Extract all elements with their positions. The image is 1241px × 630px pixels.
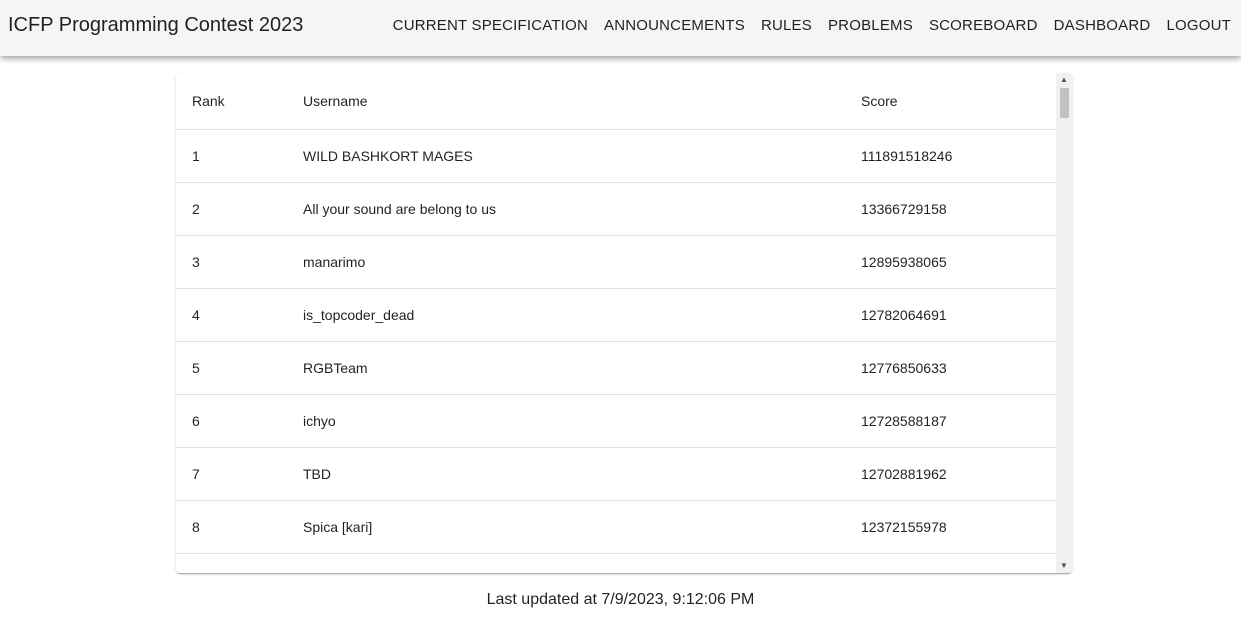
rank-cell: 1 — [176, 129, 287, 183]
rank-cell: 5 — [176, 341, 287, 395]
scroll-down-arrow-icon[interactable]: ▼ — [1056, 559, 1072, 573]
table-header: Rank Username Score — [176, 73, 1056, 130]
username-cell — [287, 553, 845, 573]
nav-dashboard[interactable]: DASHBOARD — [1046, 17, 1159, 34]
username-cell: is_topcoder_dead — [287, 288, 845, 342]
nav-problems[interactable]: PROBLEMS — [820, 17, 921, 34]
nav-logout[interactable]: LOGOUT — [1158, 17, 1239, 34]
username-cell: manarimo — [287, 235, 845, 289]
table-row: 2 All your sound are belong to us 133667… — [176, 182, 1056, 236]
nav-rules[interactable]: RULES — [753, 17, 820, 34]
username-cell: ichyo — [287, 394, 845, 448]
column-header-username: Username — [287, 73, 845, 130]
column-header-rank: Rank — [176, 73, 287, 130]
nav-scoreboard[interactable]: SCOREBOARD — [921, 17, 1046, 34]
score-cell: 13366729158 — [845, 182, 1056, 236]
username-cell: WILD BASHKORT MAGES — [287, 129, 845, 183]
scoreboard-table-viewport: Rank Username Score 1 WILD BASHKORT MAGE… — [176, 73, 1056, 573]
score-cell: 12776850633 — [845, 341, 1056, 395]
rank-cell: 7 — [176, 447, 287, 501]
score-cell — [845, 553, 1056, 573]
nav-current-specification[interactable]: CURRENT SPECIFICATION — [385, 17, 596, 34]
score-cell: 12895938065 — [845, 235, 1056, 289]
score-cell: 12372155978 — [845, 500, 1056, 554]
table-row: 5 RGBTeam 12776850633 — [176, 341, 1056, 395]
table-row: 6 ichyo 12728588187 — [176, 394, 1056, 448]
table-row: 7 TBD 12702881962 — [176, 447, 1056, 501]
table-row: 1 WILD BASHKORT MAGES 111891518246 — [176, 129, 1056, 183]
main-nav: CURRENT SPECIFICATION ANNOUNCEMENTS RULE… — [385, 0, 1239, 50]
score-cell: 12702881962 — [845, 447, 1056, 501]
table-row: 8 Spica [kari] 12372155978 — [176, 500, 1056, 554]
scrollbar-thumb[interactable] — [1060, 88, 1069, 118]
rank-cell — [176, 553, 287, 573]
username-cell: RGBTeam — [287, 341, 845, 395]
app-title[interactable]: ICFP Programming Contest 2023 — [8, 13, 303, 37]
table-row — [176, 553, 1056, 573]
vertical-scrollbar[interactable]: ▲ ▼ — [1056, 73, 1072, 573]
rank-cell: 6 — [176, 394, 287, 448]
scoreboard-table-container[interactable]: Rank Username Score 1 WILD BASHKORT MAGE… — [176, 73, 1072, 573]
score-cell: 12782064691 — [845, 288, 1056, 342]
scoreboard-table: Rank Username Score 1 WILD BASHKORT MAGE… — [176, 73, 1056, 573]
score-cell: 111891518246 — [845, 129, 1056, 183]
nav-announcements[interactable]: ANNOUNCEMENTS — [596, 17, 753, 34]
column-header-score: Score — [845, 73, 1056, 130]
username-cell: Spica [kari] — [287, 500, 845, 554]
username-cell: TBD — [287, 447, 845, 501]
rank-cell: 3 — [176, 235, 287, 289]
app-bar: ICFP Programming Contest 2023 CURRENT SP… — [0, 0, 1241, 56]
last-updated-text: Last updated at 7/9/2023, 9:12:06 PM — [486, 591, 755, 608]
table-body: 1 WILD BASHKORT MAGES 111891518246 2 All… — [176, 129, 1056, 573]
rank-cell: 4 — [176, 288, 287, 342]
table-row: 3 manarimo 12895938065 — [176, 235, 1056, 289]
username-cell: All your sound are belong to us — [287, 182, 845, 236]
table-row: 4 is_topcoder_dead 12782064691 — [176, 288, 1056, 342]
score-cell: 12728588187 — [845, 394, 1056, 448]
rank-cell: 8 — [176, 500, 287, 554]
rank-cell: 2 — [176, 182, 287, 236]
scroll-up-arrow-icon[interactable]: ▲ — [1056, 73, 1072, 87]
header-row: Rank Username Score — [176, 73, 1056, 130]
